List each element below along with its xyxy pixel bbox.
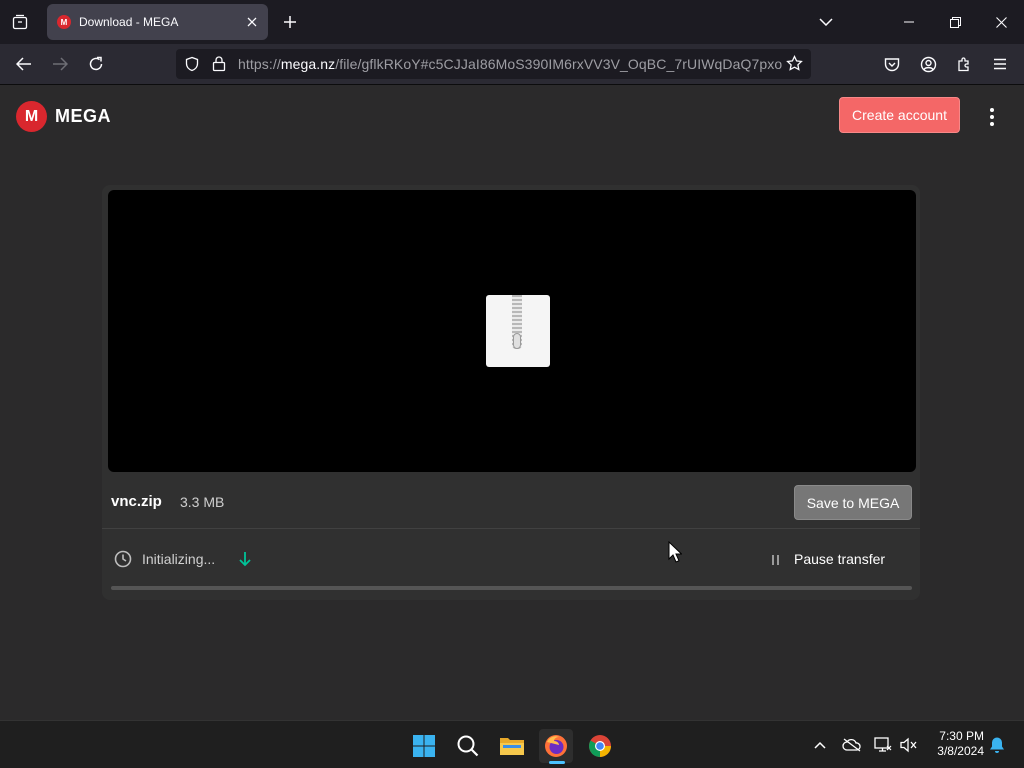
taskbar: 7:30 PM 3/8/2024 <box>0 720 1024 768</box>
chevron-down-icon[interactable] <box>809 6 843 38</box>
mouse-cursor-icon <box>668 540 683 563</box>
url-path: /file/gflkRKoY#c5CJJaI86MoS390IM6rxVV3V_… <box>335 56 783 72</box>
plus-icon[interactable] <box>278 9 302 35</box>
close-icon[interactable] <box>242 12 262 32</box>
progress-bar <box>111 586 912 590</box>
account-icon[interactable] <box>914 50 942 78</box>
file-info-row: vnc.zip 3.3 MB Save to MEGA <box>102 473 920 529</box>
browser-tab[interactable]: M Download - MEGA <box>47 4 268 40</box>
mega-logo[interactable]: M MEGA <box>16 101 111 132</box>
transfer-status-row: Initializing... Pause transfer <box>102 530 920 585</box>
mega-logo-text: MEGA <box>55 106 111 126</box>
download-card: vnc.zip 3.3 MB Save to MEGA Initializing… <box>102 185 920 600</box>
clock-time: 7:30 PM <box>939 729 984 743</box>
chevron-up-icon[interactable] <box>810 735 830 755</box>
mega-favicon-icon: M <box>57 15 71 29</box>
create-account-button[interactable]: Create account <box>839 97 960 133</box>
tab-strip: M Download - MEGA <box>0 0 1024 44</box>
download-arrow-icon <box>238 551 252 567</box>
chrome-icon[interactable] <box>583 729 617 763</box>
transfer-status: Initializing... <box>142 551 216 567</box>
zip-file-icon <box>486 295 550 367</box>
url-text: https://mega.nz/file/gflkRKoY#c5CJJaI86M… <box>238 56 783 72</box>
tab-title: Download - MEGA <box>79 15 179 29</box>
file-size: 3.3 MB <box>180 494 225 510</box>
file-explorer-icon[interactable] <box>495 729 529 763</box>
close-icon[interactable] <box>984 6 1018 38</box>
url-bar[interactable]: https://mega.nz/file/gflkRKoY#c5CJJaI86M… <box>176 49 811 79</box>
network-icon[interactable] <box>873 735 893 755</box>
url-domain: mega.nz <box>280 56 336 72</box>
pocket-icon[interactable] <box>878 50 906 78</box>
pause-icon[interactable] <box>772 555 782 565</box>
restore-icon[interactable] <box>938 6 972 38</box>
extensions-icon[interactable] <box>950 50 978 78</box>
navigation-toolbar: https://mega.nz/file/gflkRKoY#c5CJJaI86M… <box>0 44 1024 85</box>
minimize-icon[interactable] <box>892 6 926 38</box>
active-app-indicator <box>549 761 565 764</box>
back-arrow-icon[interactable] <box>10 50 38 78</box>
bell-icon[interactable] <box>987 735 1007 755</box>
mega-logo-icon: M <box>16 101 47 132</box>
volume-muted-icon[interactable] <box>899 735 919 755</box>
onedrive-icon[interactable] <box>842 735 862 755</box>
file-preview <box>108 190 916 472</box>
star-icon[interactable] <box>786 54 803 77</box>
save-to-mega-button[interactable]: Save to MEGA <box>794 485 912 520</box>
shield-icon[interactable] <box>184 56 200 77</box>
reload-icon[interactable] <box>82 50 110 78</box>
search-icon[interactable] <box>451 729 485 763</box>
tab-list-icon[interactable] <box>6 8 34 36</box>
forward-arrow-icon[interactable] <box>46 50 74 78</box>
system-clock[interactable]: 7:30 PM 3/8/2024 <box>924 729 984 759</box>
menu-icon[interactable] <box>986 50 1014 78</box>
pause-transfer-button[interactable]: Pause transfer <box>794 551 885 567</box>
lock-icon[interactable] <box>212 55 226 77</box>
more-options-icon[interactable] <box>981 105 1003 129</box>
file-name: vnc.zip <box>111 493 162 510</box>
clock-date: 3/8/2024 <box>937 744 984 758</box>
firefox-icon[interactable] <box>539 729 573 763</box>
windows-start-icon[interactable] <box>407 729 441 763</box>
clock-icon <box>114 550 132 568</box>
